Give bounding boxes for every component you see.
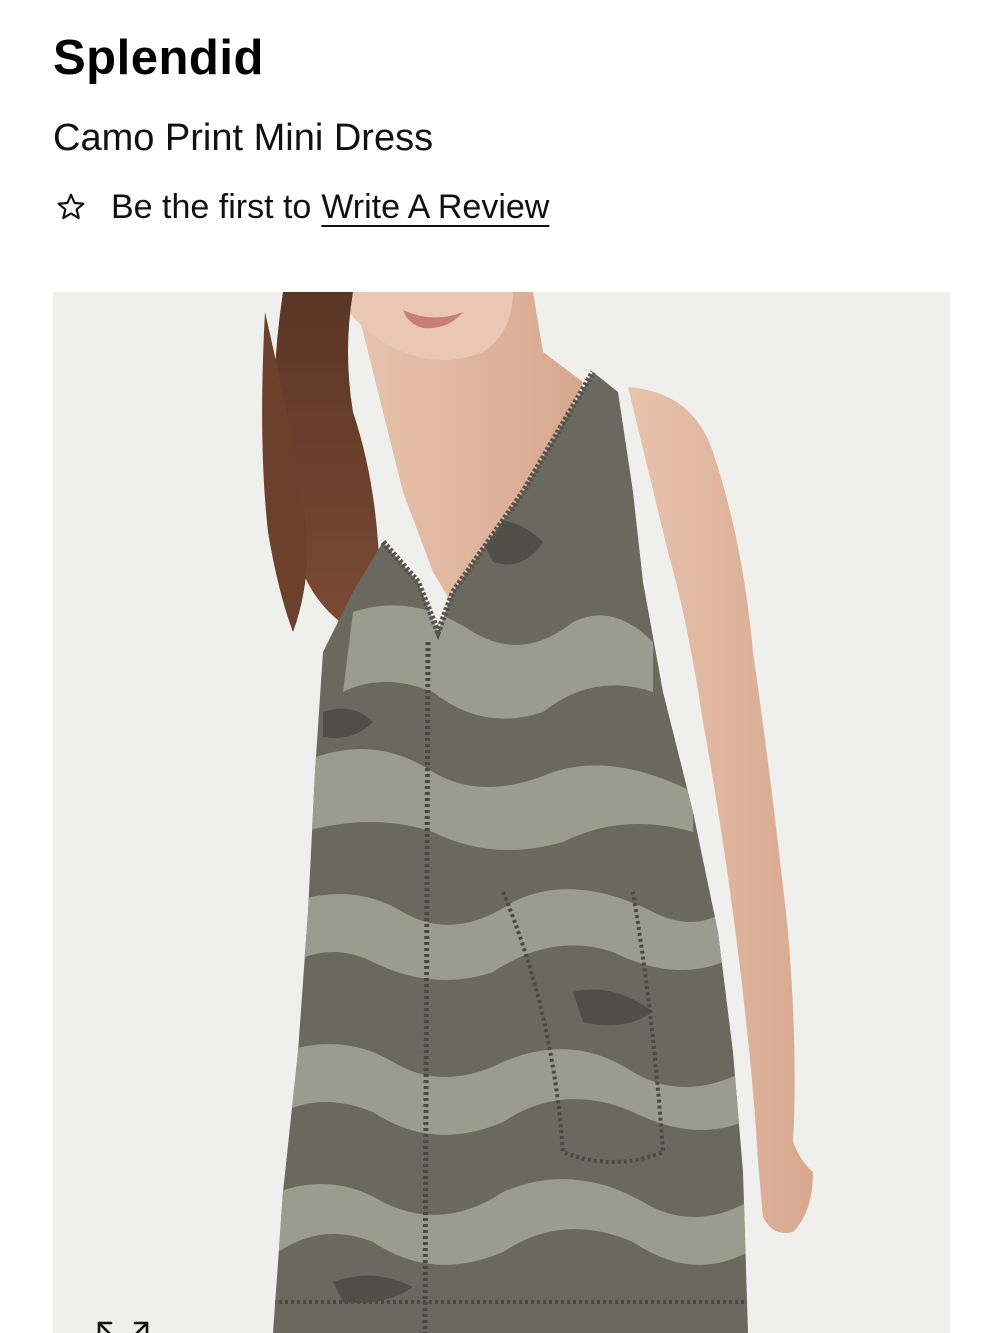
- product-photo: [53, 292, 950, 1333]
- expand-arrows-icon[interactable]: [95, 1307, 151, 1333]
- review-prompt-text: Be the first to: [111, 187, 312, 226]
- star-outline-icon: [55, 191, 87, 223]
- review-row: Be the first to Write A Review: [55, 184, 549, 230]
- write-review-link[interactable]: Write A Review: [321, 188, 549, 227]
- product-title: Camo Print Mini Dress: [53, 117, 434, 159]
- product-image[interactable]: [53, 292, 950, 1333]
- product-page: Splendid Camo Print Mini Dress Be the fi…: [0, 0, 1000, 1333]
- brand-link[interactable]: Splendid: [53, 28, 264, 88]
